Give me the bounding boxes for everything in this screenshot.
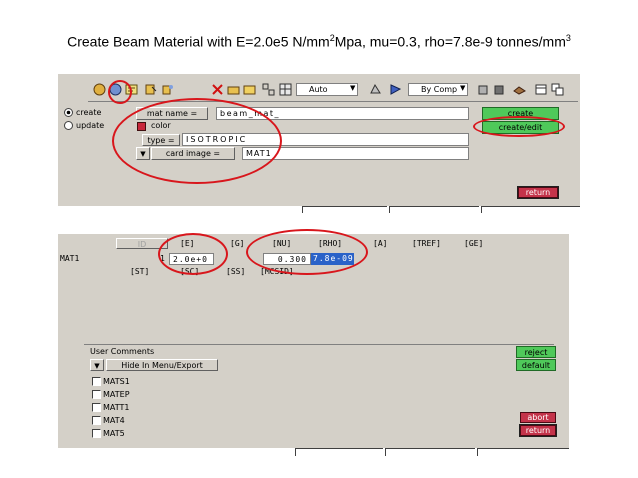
list-item[interactable]: MAT4 (92, 414, 130, 427)
create-button[interactable]: create (482, 107, 559, 120)
color-swatch[interactable] (137, 122, 146, 131)
checkbox[interactable] (92, 416, 101, 425)
mat-name-input[interactable]: beam_mat_ (216, 107, 469, 120)
chevron-down-icon: ▼ (140, 150, 146, 158)
card-edit-icon[interactable] (124, 82, 138, 96)
create-radio-label: create (76, 108, 102, 117)
hide-toggle[interactable]: ▼ (90, 359, 104, 371)
organize-icon[interactable] (261, 82, 275, 96)
chevron-down-icon[interactable]: ▼ (350, 84, 355, 92)
abort-button[interactable]: abort (520, 412, 556, 423)
windows-icon[interactable] (550, 82, 564, 96)
color-label: color (151, 121, 171, 130)
header-a: [A] (373, 239, 388, 248)
footer-st: [ST] (130, 267, 150, 276)
header-rho: [RHO] (318, 239, 343, 248)
card-editor-panel: ID [E] [G] [NU] [RHO] [A] [TREF] [GE] MA… (58, 234, 569, 456)
card-name: MAT1 (60, 254, 80, 263)
slide-title: Create Beam Material with E=2.0e5 N/mm2M… (67, 33, 571, 50)
status-strip (58, 206, 580, 213)
window-icon[interactable] (534, 82, 548, 96)
type-input[interactable]: ISOTROPIC (182, 133, 469, 146)
cube-shaded-icon[interactable] (492, 82, 506, 96)
user-comments-label: User Comments (90, 347, 155, 356)
hide-in-menu-button[interactable]: Hide In Menu/Export (106, 359, 218, 371)
header-nu: [NU] (272, 239, 292, 248)
collector-icon[interactable] (143, 82, 157, 96)
folder-open-icon[interactable] (242, 82, 256, 96)
radio-selected-icon (64, 108, 73, 117)
rho-value-input[interactable]: 7.8e-09 (311, 253, 354, 265)
header-ge: [GE] (464, 239, 484, 248)
create-radio[interactable]: create (64, 108, 101, 117)
surface-icon[interactable] (512, 82, 526, 96)
lower-separator (84, 344, 554, 345)
return-button[interactable]: return (517, 186, 559, 199)
chevron-down-icon: ▼ (94, 362, 100, 370)
header-tref: [TREF] (412, 239, 441, 248)
shade-mode-icon[interactable] (388, 82, 402, 96)
list-item[interactable]: MATS1 (92, 375, 130, 388)
cube-icon[interactable] (476, 82, 490, 96)
checkbox[interactable] (92, 390, 101, 399)
nu-value-input[interactable]: 0.300 (263, 253, 311, 265)
type-button[interactable]: type = (142, 134, 180, 146)
checkbox[interactable] (92, 377, 101, 386)
footer-sc: [SC] (180, 267, 200, 276)
card-image-button[interactable]: card image = (151, 147, 235, 160)
card-image-toggle[interactable]: ▼ (136, 147, 150, 160)
create-edit-button[interactable]: create/edit (482, 121, 559, 134)
footer-mcsid: [MCSID] (260, 267, 294, 276)
chevron-down-icon[interactable]: ▼ (460, 84, 465, 92)
status-strip (58, 448, 569, 456)
mesh-icon[interactable] (278, 82, 292, 96)
checkbox[interactable] (92, 403, 101, 412)
return-button-bottom[interactable]: return (519, 424, 557, 437)
id-column-button[interactable]: ID (116, 238, 168, 249)
toolbar-divider (88, 101, 578, 102)
folder-icon[interactable] (226, 82, 240, 96)
property-icon[interactable] (160, 82, 174, 96)
delete-icon[interactable] (210, 82, 224, 96)
e-value-input[interactable]: 2.0e+0 (169, 253, 214, 265)
display-icon[interactable] (368, 82, 382, 96)
list-item[interactable]: MATT1 (92, 401, 130, 414)
footer-ss: [SS] (226, 267, 246, 276)
color-mode-select[interactable]: By Comp (408, 83, 468, 96)
card-header-row: ID [E] [G] [NU] [RHO] [A] [TREF] [GE] (58, 234, 569, 252)
toolbar: Auto ▼ By Comp ▼ (88, 78, 578, 100)
view-mode-select[interactable]: Auto (296, 83, 358, 96)
material-panel: Auto ▼ By Comp ▼ create update mat name … (58, 74, 580, 213)
header-g: [G] (230, 239, 245, 248)
update-radio[interactable]: update (64, 121, 104, 130)
reject-button[interactable]: reject (516, 346, 556, 358)
row-id: 1 (160, 254, 165, 263)
list-item[interactable]: MAT5 (92, 427, 130, 440)
wire-sphere-icon[interactable] (108, 82, 122, 96)
option-list: MATS1 MATEP MATT1 MAT4 MAT5 (92, 375, 130, 440)
update-radio-label: update (76, 121, 105, 130)
list-item[interactable]: MATEP (92, 388, 130, 401)
shaded-sphere-icon[interactable] (92, 82, 106, 96)
mat-name-button[interactable]: mat name = (136, 107, 208, 120)
card-image-input[interactable]: MAT1 (242, 147, 469, 160)
radio-unselected-icon (64, 121, 73, 130)
default-button[interactable]: default (516, 359, 556, 371)
header-e: [E] (180, 239, 195, 248)
checkbox[interactable] (92, 429, 101, 438)
